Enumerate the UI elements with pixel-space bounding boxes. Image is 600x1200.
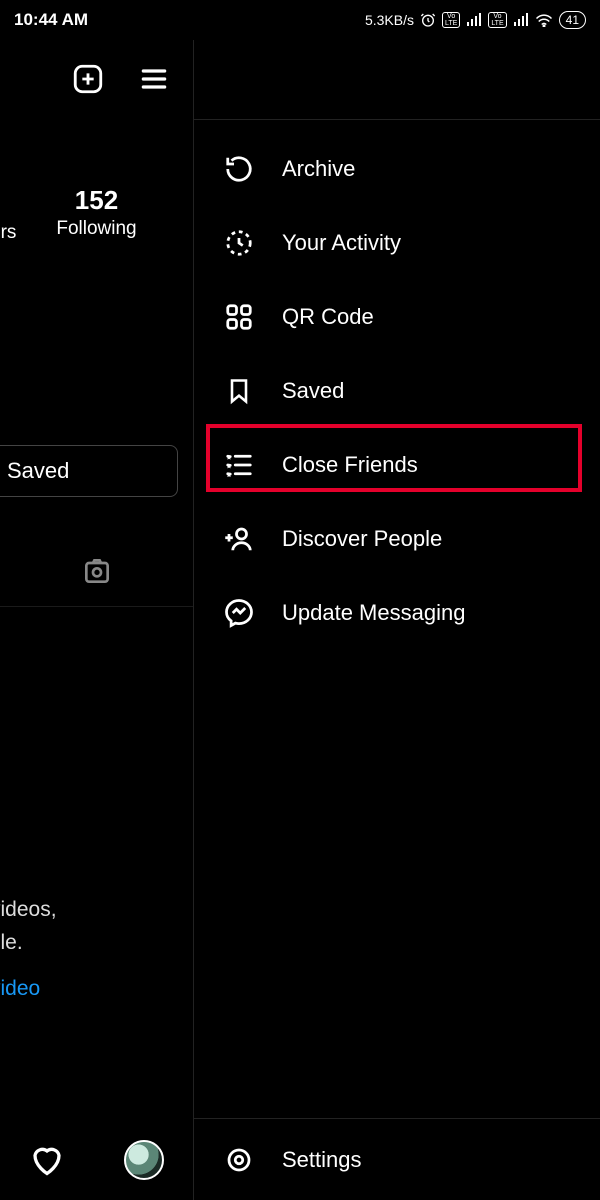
battery-indicator: 41	[559, 11, 586, 29]
activity-heart-icon[interactable]	[29, 1142, 65, 1178]
following-label: Following	[0, 218, 193, 240]
menu-label: Settings	[282, 1147, 362, 1173]
saved-tab-button[interactable]: Saved	[0, 445, 178, 497]
drawer-header	[194, 40, 600, 120]
menu-label: Discover People	[282, 526, 442, 552]
tutorial-highlight	[206, 424, 582, 492]
bookmark-icon	[222, 374, 256, 408]
qr-code-icon	[222, 300, 256, 334]
profile-avatar[interactable]	[124, 1140, 164, 1180]
hamburger-menu-button[interactable]	[135, 60, 173, 98]
menu-archive[interactable]: Archive	[194, 132, 600, 206]
tagged-icon	[81, 555, 113, 587]
menu-label: Saved	[282, 378, 344, 404]
status-bar: 10:44 AM 5.3KB/s VoLTE VoLTE 41	[0, 0, 600, 40]
archive-icon	[222, 152, 256, 186]
menu-settings[interactable]: Settings	[194, 1118, 600, 1200]
lte-chip-1: VoLTE	[442, 12, 460, 28]
status-time: 10:44 AM	[14, 10, 88, 30]
alarm-icon	[420, 12, 436, 28]
following-count: 152	[0, 185, 193, 216]
menu-update-messaging[interactable]: Update Messaging	[194, 576, 600, 650]
create-button[interactable]	[69, 60, 107, 98]
lte-chip-2: VoLTE	[488, 12, 506, 28]
profile-underlay: ers 152 Following Saved videos, file. vi…	[0, 40, 193, 1200]
signal-icon-1	[466, 13, 482, 27]
messenger-icon	[222, 596, 256, 630]
activity-icon	[222, 226, 256, 260]
status-net-speed: 5.3KB/s	[365, 12, 414, 28]
menu-label: Update Messaging	[282, 600, 465, 626]
menu-discover-people[interactable]: Discover People	[194, 502, 600, 576]
menu-saved[interactable]: Saved	[194, 354, 600, 428]
menu-label: Archive	[282, 156, 355, 182]
wifi-icon	[535, 13, 553, 27]
tagged-tab[interactable]	[0, 535, 193, 607]
menu-qr-code[interactable]: QR Code	[194, 280, 600, 354]
menu-your-activity[interactable]: Your Activity	[194, 206, 600, 280]
signal-icon-2	[513, 13, 529, 27]
saved-tab-label: Saved	[7, 458, 69, 484]
following-stat[interactable]: 152 Following	[0, 185, 193, 240]
empty-state-text: videos, file. video	[0, 894, 57, 1006]
menu-label: QR Code	[282, 304, 374, 330]
settings-icon	[222, 1143, 256, 1177]
empty-state-link[interactable]: video	[0, 973, 57, 1006]
settings-drawer: Archive Your Activity QR Code Saved	[193, 40, 600, 1200]
discover-people-icon	[222, 522, 256, 556]
menu-label: Your Activity	[282, 230, 401, 256]
